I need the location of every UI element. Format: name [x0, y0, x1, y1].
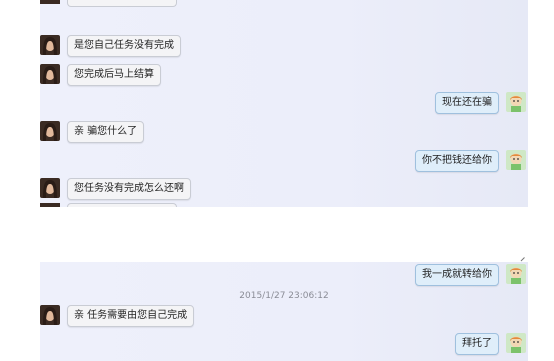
- message-text[interactable]: 我一成就转给你: [415, 264, 499, 286]
- avatar-cut-off: [40, 203, 60, 207]
- cartoon-user-avatar-icon[interactable]: [506, 333, 526, 353]
- female-user-avatar-icon[interactable]: [40, 121, 60, 141]
- female-user-avatar-icon[interactable]: [40, 178, 60, 198]
- message-timestamp: 2015/1/27 23:06:12: [239, 291, 329, 301]
- message-text[interactable]: 你不把钱还给你: [415, 150, 499, 172]
- message-outgoing: 我一成就转给你: [228, 264, 528, 286]
- chat-history-panel[interactable]: 我一成就转给你 2015/1/27 23:06:12 亲 任务需要由您自己完成 …: [40, 262, 528, 361]
- message-incoming: 亲 骗您什么了: [40, 121, 340, 143]
- message-text[interactable]: 您完成后马上结算: [67, 64, 161, 86]
- message-text[interactable]: 是您自己任务没有完成: [67, 35, 181, 57]
- cartoon-user-avatar-icon[interactable]: [506, 264, 526, 284]
- message-incoming: 您完成后马上结算: [40, 64, 340, 86]
- message-bubble-cut-off: [67, 203, 177, 207]
- message-text[interactable]: 现在还在骗: [435, 92, 499, 114]
- avatar-cut-off: [40, 0, 60, 4]
- message-incoming: 您任务没有完成怎么还啊: [40, 178, 340, 200]
- message-incoming: 是您自己任务没有完成: [40, 35, 340, 57]
- female-user-avatar-icon[interactable]: [40, 35, 60, 55]
- message-text[interactable]: 亲 任务需要由您自己完成: [67, 305, 195, 327]
- cartoon-user-avatar-icon[interactable]: [506, 92, 526, 112]
- cartoon-user-avatar-icon[interactable]: [506, 150, 526, 170]
- message-text[interactable]: 拜托了: [455, 333, 499, 355]
- message-outgoing: 拜托了: [228, 333, 528, 355]
- message-bubble-cut-off: [67, 0, 177, 7]
- message-text[interactable]: 您任务没有完成怎么还啊: [67, 178, 191, 200]
- message-text[interactable]: 亲 骗您什么了: [67, 121, 145, 143]
- chat-history-panel[interactable]: 是您自己任务没有完成 您完成后马上结算 现在还在骗 亲 骗您什么了 你不把钱还给…: [40, 0, 528, 207]
- message-outgoing: 现在还在骗: [228, 92, 528, 114]
- female-user-avatar-icon[interactable]: [40, 305, 60, 325]
- female-user-avatar-icon[interactable]: [40, 64, 60, 84]
- message-incoming: 亲 任务需要由您自己完成: [40, 305, 340, 327]
- message-outgoing: 你不把钱还给你: [228, 150, 528, 172]
